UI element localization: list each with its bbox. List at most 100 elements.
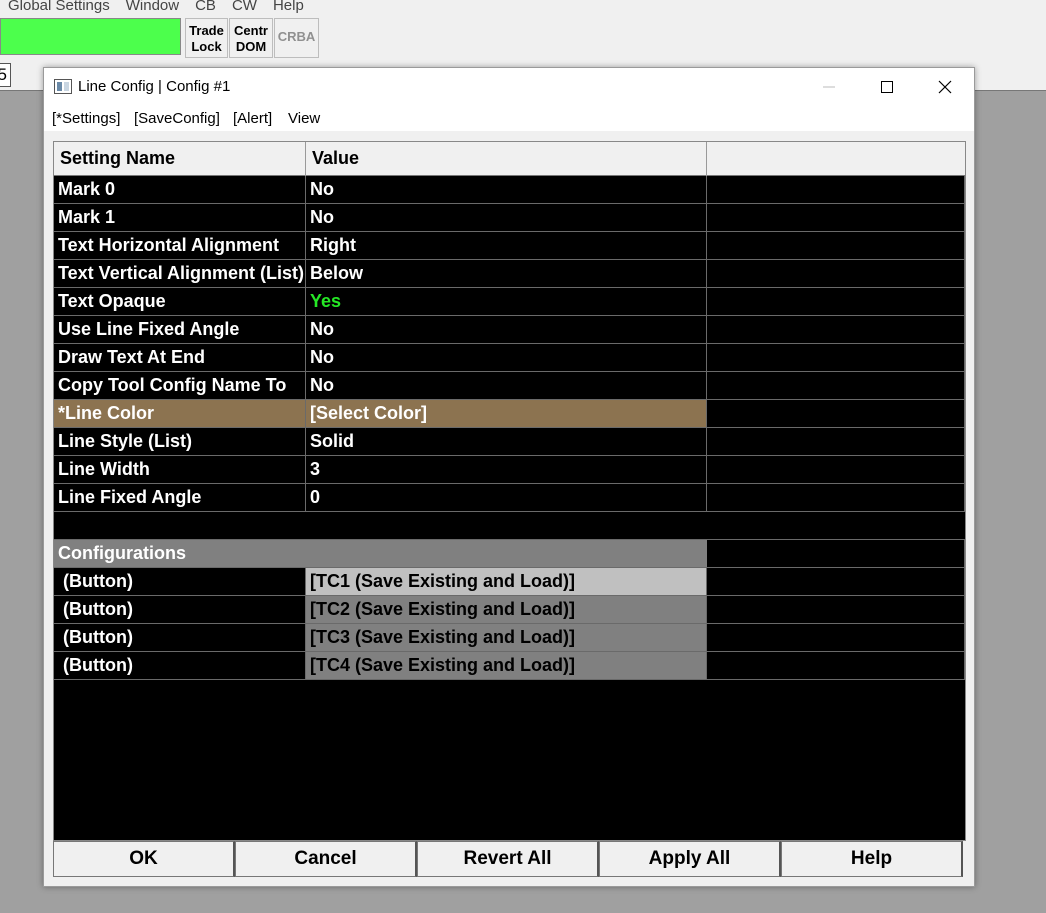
setting-extra [707,596,965,623]
section-title: Configurations [54,540,707,567]
trade-lock-button[interactable]: Trade Lock [185,18,228,58]
close-icon [938,80,952,93]
crba-button[interactable]: CRBA [274,18,319,58]
dialog-button-bar: OK Cancel Revert All Apply All Help [53,841,966,877]
setting-name: Use Line Fixed Angle [54,316,306,343]
status-green-bar[interactable] [0,18,181,55]
setting-extra [707,232,965,259]
table-row[interactable]: Copy Tool Config Name To No [54,372,965,400]
menu-help[interactable]: Help [265,0,312,13]
table-row[interactable]: Draw Text At End No [54,344,965,372]
config-button-row[interactable]: (Button) [TC3 (Save Existing and Load)] [54,624,965,652]
table-row[interactable]: Line Width 3 [54,456,965,484]
maximize-icon [881,80,893,93]
setting-value[interactable]: No [306,344,707,371]
setting-value[interactable]: No [306,204,707,231]
header-setting-name[interactable]: Setting Name [54,142,306,176]
number-box[interactable]: 5 [0,63,11,87]
settings-grid: Setting Name Value Mark 0 No Mark 1 No T… [53,141,966,841]
tc3-button[interactable]: [TC3 (Save Existing and Load)] [306,624,707,651]
app-menubar: Global Settings Window CB CW Help [0,0,1046,17]
menu-global-settings[interactable]: Global Settings [0,0,118,13]
setting-extra [707,540,965,567]
menu-saveconfig[interactable]: [SaveConfig] [134,110,220,127]
menu-settings[interactable]: [*Settings] [52,110,120,127]
centr-dom-label-2: DOM [235,39,267,54]
setting-extra [707,456,965,483]
setting-value[interactable]: 3 [306,456,707,483]
tc4-button[interactable]: [TC4 (Save Existing and Load)] [306,652,707,679]
setting-extra [707,428,965,455]
setting-value[interactable]: Below [306,260,707,287]
tc2-button[interactable]: [TC2 (Save Existing and Load)] [306,596,707,623]
table-row[interactable]: Text Vertical Alignment (List) Below [54,260,965,288]
dialog-menubar: [*Settings] [SaveConfig] [Alert] View [44,105,974,131]
setting-value[interactable]: Yes [306,288,707,315]
apply-all-button[interactable]: Apply All [599,841,781,877]
config-button-row[interactable]: (Button) [TC1 (Save Existing and Load)] [54,568,965,596]
setting-name: *Line Color [54,400,306,427]
table-row[interactable]: Mark 1 No [54,204,965,232]
table-row-selected[interactable]: *Line Color [Select Color] [54,400,965,428]
line-config-dialog: Line Config | Config #1 [*Settings] [Sav… [43,67,975,887]
section-header-row: Configurations [54,540,965,568]
header-value[interactable]: Value [306,142,707,176]
menu-view[interactable]: View [288,110,320,127]
header-extra [707,142,965,176]
table-row[interactable]: Text Horizontal Alignment Right [54,232,965,260]
table-row[interactable]: Text Opaque Yes [54,288,965,316]
setting-value[interactable]: Solid [306,428,707,455]
setting-extra [707,260,965,287]
setting-value[interactable]: No [306,176,707,203]
button-row-label: (Button) [54,568,306,595]
setting-value[interactable]: 0 [306,484,707,511]
setting-name: Text Vertical Alignment (List) [54,260,306,287]
setting-name: Line Width [54,456,306,483]
button-row-label: (Button) [54,624,306,651]
centr-dom-button[interactable]: Centr DOM [229,18,273,58]
menu-alert[interactable]: [Alert] [233,110,272,127]
config-button-row[interactable]: (Button) [TC4 (Save Existing and Load)] [54,652,965,680]
tc1-button[interactable]: [TC1 (Save Existing and Load)] [306,568,707,595]
setting-extra [707,316,965,343]
trade-lock-label-1: Trade [189,23,224,38]
table-row[interactable]: Line Fixed Angle 0 [54,484,965,512]
setting-extra [707,484,965,511]
setting-name: Line Style (List) [54,428,306,455]
setting-extra [707,400,965,427]
maximize-button[interactable] [858,68,916,105]
menu-cw[interactable]: CW [224,0,265,13]
setting-name: Line Fixed Angle [54,484,306,511]
grid-header: Setting Name Value [54,142,965,176]
setting-name: Mark 1 [54,204,306,231]
table-row[interactable]: Mark 0 No [54,176,965,204]
setting-name: Mark 0 [54,176,306,203]
setting-value[interactable]: No [306,316,707,343]
cancel-button[interactable]: Cancel [235,841,417,877]
ok-button[interactable]: OK [53,841,235,877]
close-button[interactable] [916,68,974,105]
setting-extra [707,288,965,315]
centr-dom-label-1: Centr [234,23,268,38]
table-row[interactable]: Line Style (List) Solid [54,428,965,456]
setting-value[interactable]: [Select Color] [306,400,707,427]
menu-window[interactable]: Window [118,0,187,13]
help-button[interactable]: Help [781,841,963,877]
setting-value[interactable]: Right [306,232,707,259]
setting-extra [707,568,965,595]
setting-name: Draw Text At End [54,344,306,371]
config-button-row[interactable]: (Button) [TC2 (Save Existing and Load)] [54,596,965,624]
setting-extra [707,372,965,399]
dialog-title: Line Config | Config #1 [78,78,231,95]
setting-extra [707,176,965,203]
setting-extra [707,204,965,231]
revert-all-button[interactable]: Revert All [417,841,599,877]
table-row[interactable]: Use Line Fixed Angle No [54,316,965,344]
trade-lock-label-2: Lock [191,39,222,54]
setting-value[interactable]: No [306,372,707,399]
minimize-button[interactable] [800,68,858,105]
setting-name: Text Opaque [54,288,306,315]
menu-cb[interactable]: CB [187,0,224,13]
setting-extra [707,652,965,679]
dialog-titlebar[interactable]: Line Config | Config #1 [44,68,974,105]
